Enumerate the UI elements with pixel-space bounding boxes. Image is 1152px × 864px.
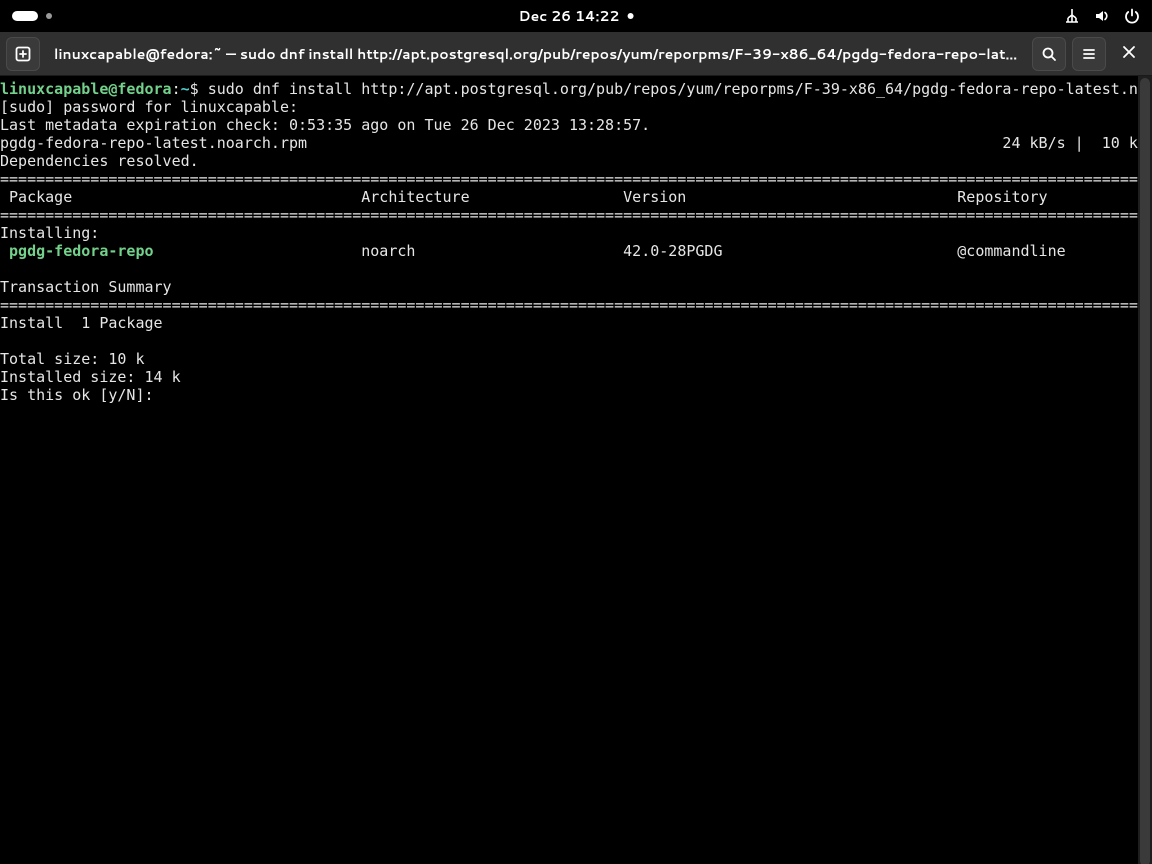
- package-details: noarch 42.0-28PGDG @commandline 10 k: [154, 242, 1138, 260]
- confirm-prompt-line: Is this ok [y/N]:: [0, 386, 1138, 404]
- installing-line: Installing:: [0, 224, 1138, 242]
- clock-area[interactable]: Dec 26 14:22: [519, 6, 634, 26]
- close-button[interactable]: [1112, 37, 1146, 71]
- prompt-dollar: $: [190, 80, 208, 98]
- plus-icon: [15, 46, 31, 62]
- terminal-output[interactable]: linuxcapable@fedora:~$ sudo dnf install …: [0, 76, 1138, 864]
- command-text: sudo dnf install http://apt.postgresql.o…: [208, 80, 1138, 98]
- system-status-area[interactable]: [1064, 8, 1140, 24]
- terminal-viewport: linuxcapable@fedora:~$ sudo dnf install …: [0, 76, 1152, 864]
- window-title: linuxcapable@fedora:~ — sudo dnf install…: [46, 44, 1026, 64]
- download-line: pgdg-fedora-repo-latest.noarch.rpm 24 kB…: [0, 134, 1138, 152]
- notification-dot-icon: [627, 13, 633, 19]
- power-icon: [1124, 8, 1140, 24]
- sudo-prompt-line: [sudo] password for linuxcapable:: [0, 98, 1138, 116]
- rule-line: ========================================…: [0, 170, 1138, 188]
- installed-size-line: Installed size: 14 k: [0, 368, 1138, 386]
- network-icon: [1064, 8, 1080, 24]
- volume-icon: [1094, 8, 1110, 24]
- install-count-line: Install 1 Package: [0, 314, 1138, 332]
- search-icon: [1041, 46, 1057, 62]
- blank-line: [0, 260, 1138, 278]
- tx-summary-line: Transaction Summary: [0, 278, 1138, 296]
- header-line: Package Architecture Version Repository …: [0, 188, 1138, 206]
- scrollbar-thumb[interactable]: [1140, 78, 1150, 864]
- deps-line: Dependencies resolved.: [0, 152, 1138, 170]
- activities-area[interactable]: [12, 11, 52, 21]
- search-button[interactable]: [1032, 37, 1066, 71]
- rule-line: ========================================…: [0, 206, 1138, 224]
- prompt-sep: :: [172, 80, 181, 98]
- new-tab-button[interactable]: [6, 37, 40, 71]
- metadata-line: Last metadata expiration check: 0:53:35 …: [0, 116, 1138, 134]
- total-size-line: Total size: 10 k: [0, 350, 1138, 368]
- terminal-titlebar: linuxcapable@fedora:~ — sudo dnf install…: [0, 32, 1152, 76]
- workspace-dot-icon: [46, 13, 52, 19]
- gnome-top-bar: Dec 26 14:22: [0, 0, 1152, 32]
- hamburger-icon: [1081, 46, 1097, 62]
- close-icon: [1122, 42, 1136, 65]
- terminal-scrollbar[interactable]: [1138, 76, 1152, 864]
- rule-line: ========================================…: [0, 296, 1138, 314]
- menu-button[interactable]: [1072, 37, 1106, 71]
- prompt-user: linuxcapable@fedora: [0, 80, 172, 98]
- activities-pill-icon: [12, 11, 38, 21]
- package-name: pgdg-fedora-repo: [0, 242, 154, 260]
- blank-line: [0, 332, 1138, 350]
- prompt-path: ~: [181, 80, 190, 98]
- datetime-label: Dec 26 14:22: [519, 6, 620, 26]
